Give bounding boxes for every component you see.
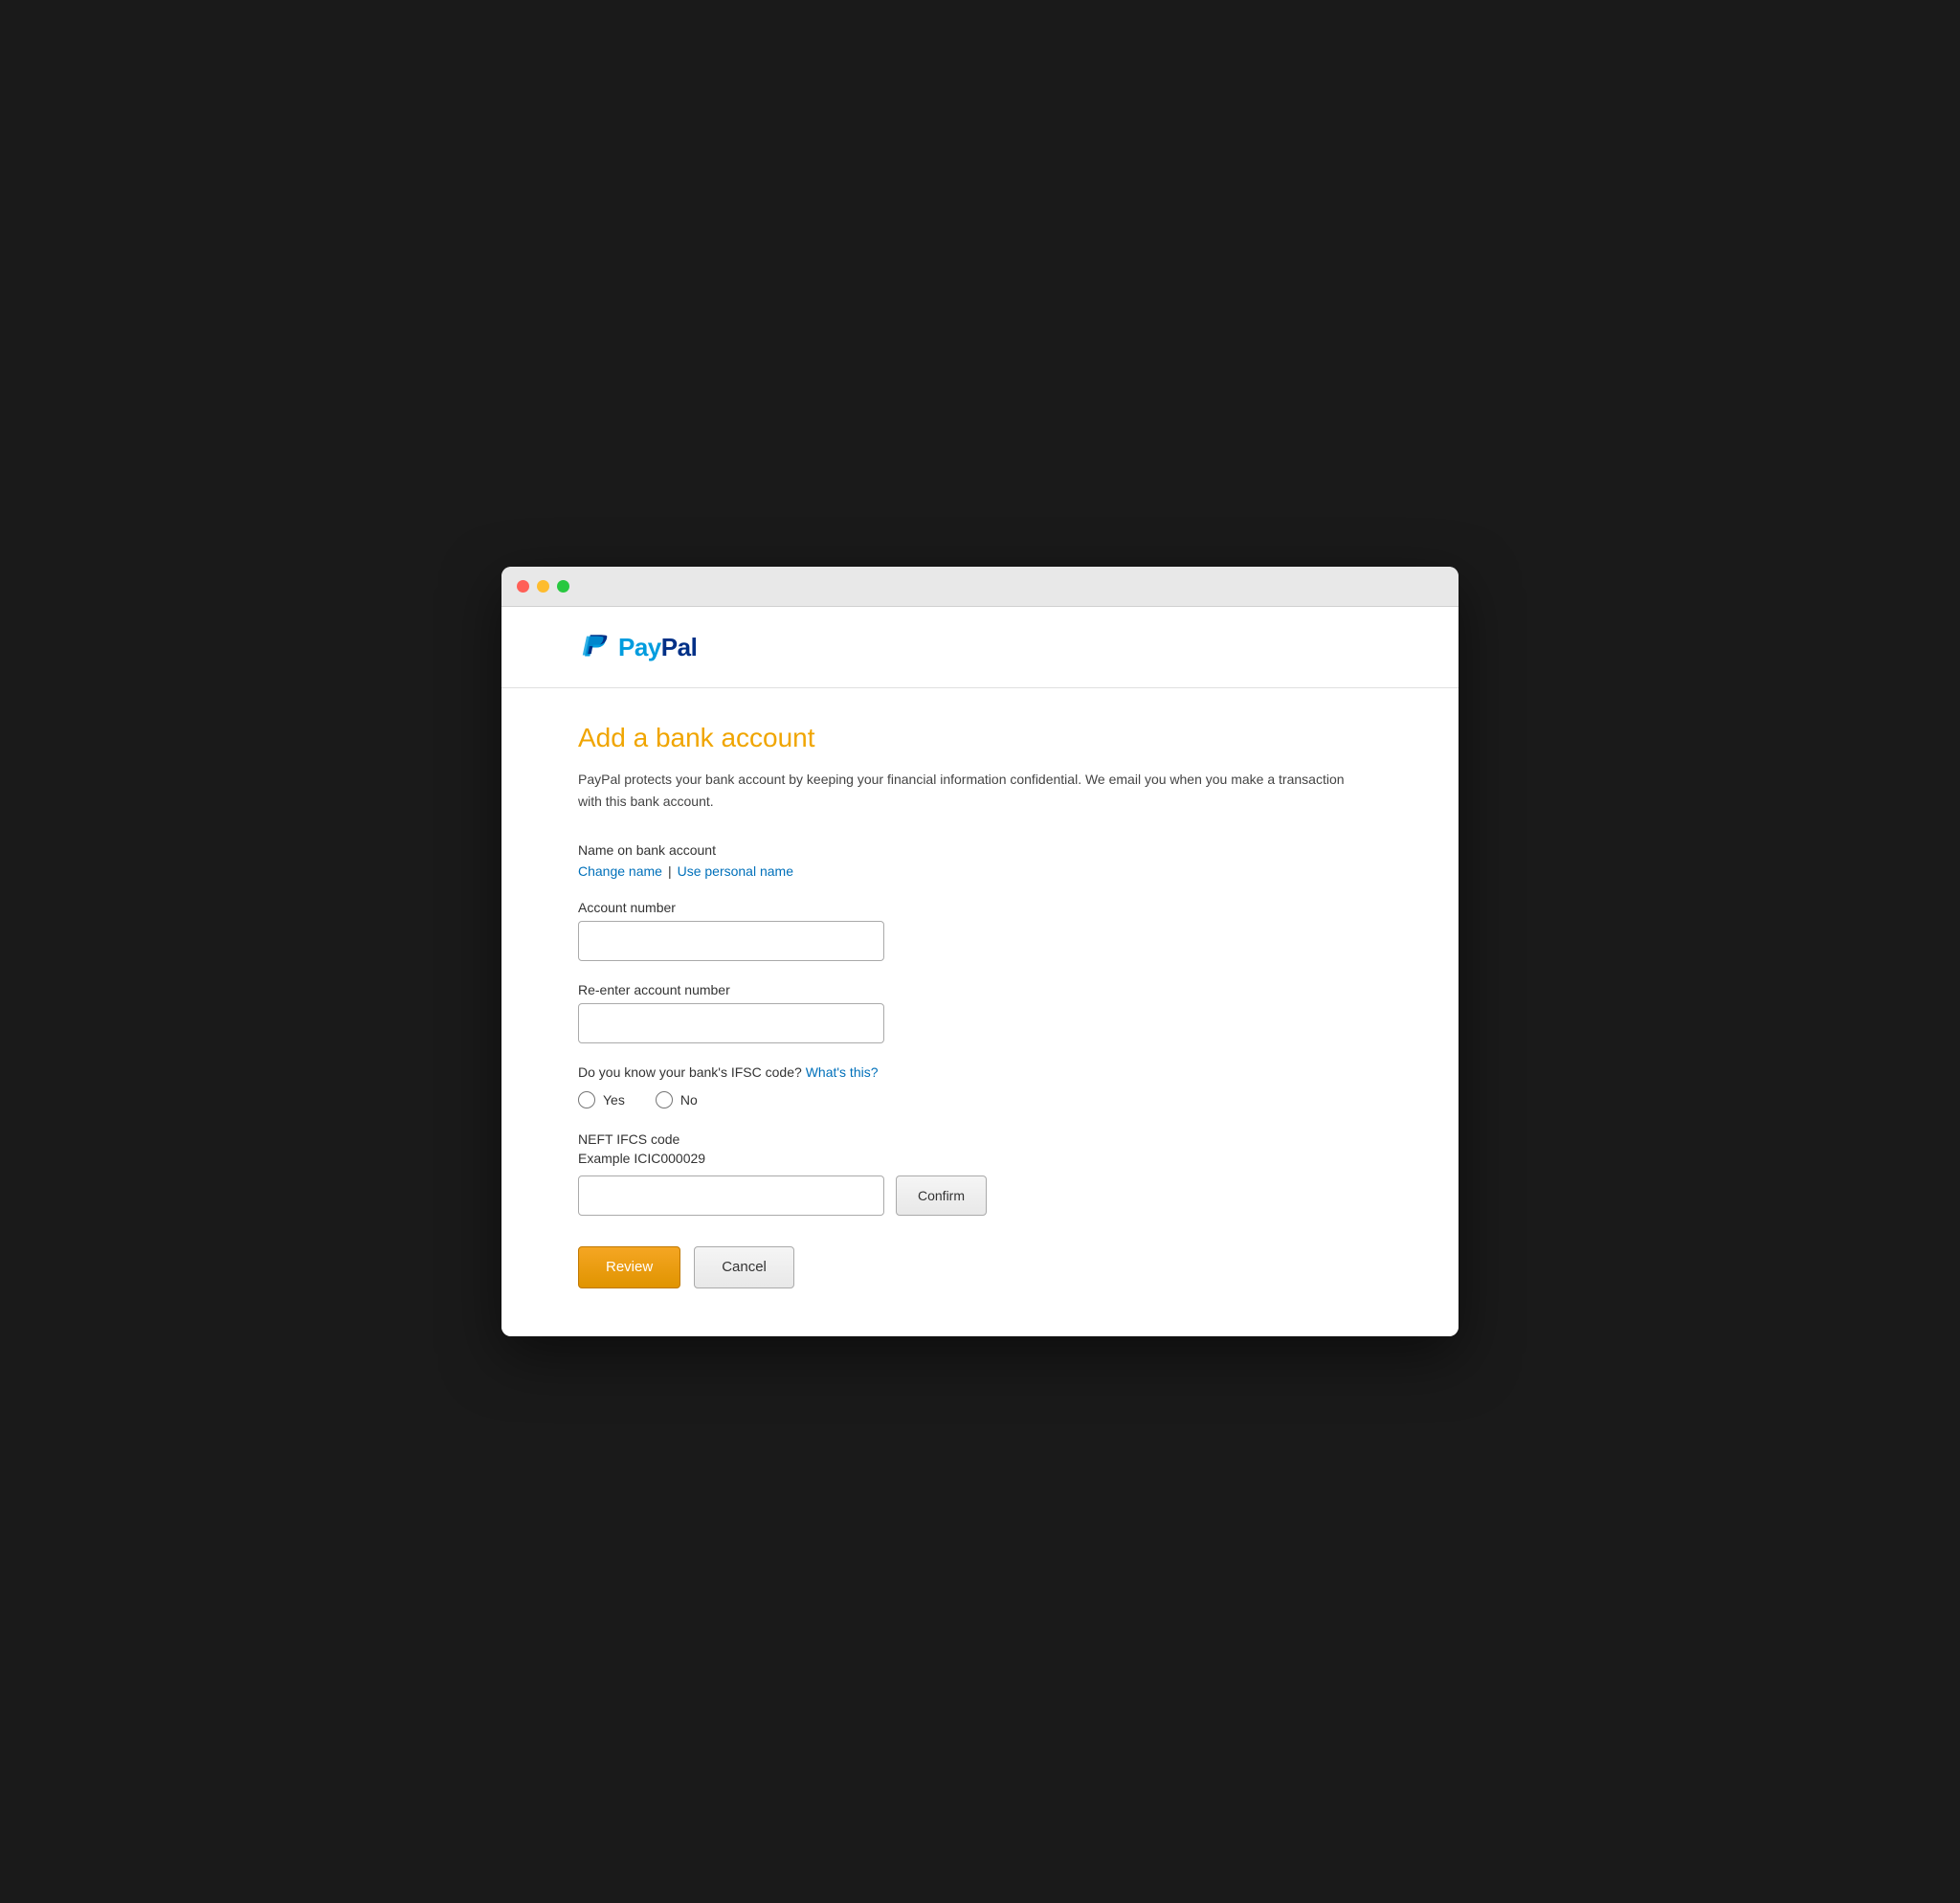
paypal-pay-text: Pay <box>618 633 661 661</box>
page-description: PayPal protects your bank account by kee… <box>578 769 1363 812</box>
ifsc-question-text: Do you know your bank's IFSC code? What'… <box>578 1064 1382 1080</box>
name-group: Name on bank account Change name | Use p… <box>578 842 1382 879</box>
confirm-button[interactable]: Confirm <box>896 1175 987 1216</box>
reenter-account-input[interactable] <box>578 1003 884 1043</box>
paypal-pal-text: Pal <box>661 633 698 661</box>
no-radio-input[interactable] <box>656 1091 673 1108</box>
ifsc-group: Do you know your bank's IFSC code? What'… <box>578 1064 1382 1108</box>
account-number-input[interactable] <box>578 921 884 961</box>
paypal-logo-text: PayPal <box>618 633 697 662</box>
titlebar <box>501 567 1459 607</box>
no-radio-label[interactable]: No <box>656 1091 698 1108</box>
neft-title: NEFT IFCS code <box>578 1131 1382 1147</box>
yes-radio-input[interactable] <box>578 1091 595 1108</box>
name-label: Name on bank account <box>578 842 1382 858</box>
maximize-button[interactable] <box>557 580 569 593</box>
use-personal-name-link[interactable]: Use personal name <box>678 863 793 879</box>
yes-label-text: Yes <box>603 1092 625 1108</box>
close-button[interactable] <box>517 580 529 593</box>
yes-radio-label[interactable]: Yes <box>578 1091 625 1108</box>
change-name-link[interactable]: Change name <box>578 863 662 879</box>
account-number-group: Account number <box>578 900 1382 961</box>
reenter-account-group: Re-enter account number <box>578 982 1382 1043</box>
whats-this-link[interactable]: What's this? <box>806 1064 879 1080</box>
main-window: PayPal Add a bank account PayPal protect… <box>501 567 1459 1336</box>
review-button[interactable]: Review <box>578 1246 680 1288</box>
action-buttons: Review Cancel <box>578 1246 1382 1288</box>
page-header: PayPal <box>501 607 1459 688</box>
neft-example: Example ICIC000029 <box>578 1151 1382 1166</box>
no-label-text: No <box>680 1092 698 1108</box>
link-separator: | <box>668 863 672 879</box>
name-links: Change name | Use personal name <box>578 863 1382 879</box>
ifsc-radio-group: Yes No <box>578 1091 1382 1108</box>
neft-section: NEFT IFCS code Example ICIC000029 Confir… <box>578 1131 1382 1216</box>
paypal-p-icon <box>578 630 612 664</box>
minimize-button[interactable] <box>537 580 549 593</box>
neft-input[interactable] <box>578 1175 884 1216</box>
account-number-label: Account number <box>578 900 1382 915</box>
paypal-logo: PayPal <box>578 630 1382 664</box>
reenter-account-label: Re-enter account number <box>578 982 1382 997</box>
page-content: PayPal Add a bank account PayPal protect… <box>501 607 1459 1336</box>
page-title: Add a bank account <box>578 723 1382 753</box>
form-area: Add a bank account PayPal protects your … <box>501 688 1459 1336</box>
neft-input-row: Confirm <box>578 1175 1382 1216</box>
cancel-button[interactable]: Cancel <box>694 1246 794 1288</box>
